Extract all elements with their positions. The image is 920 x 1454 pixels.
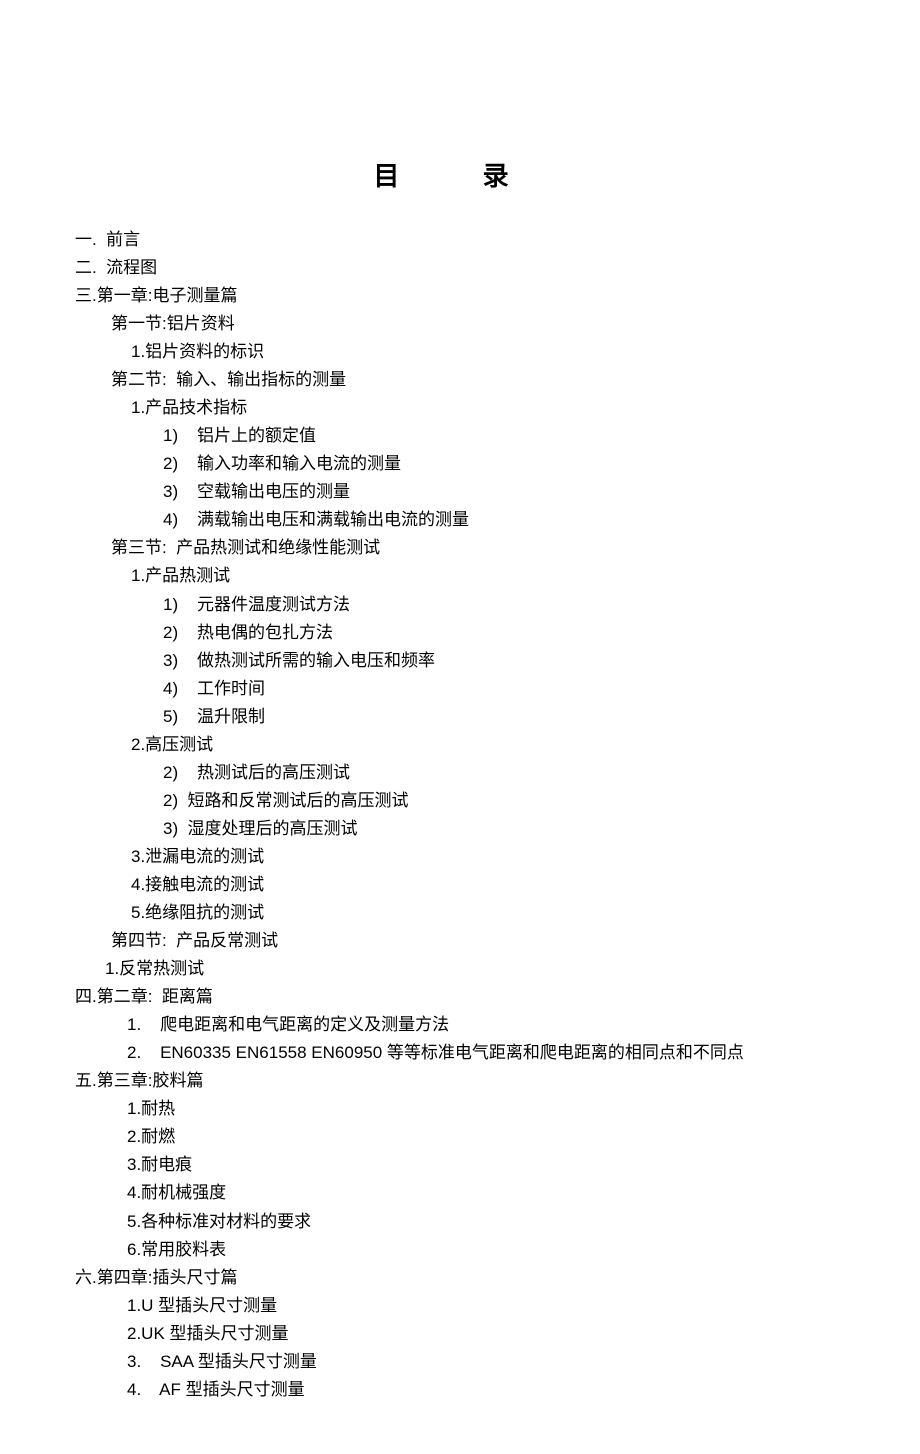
toc-section-3-4-1: 1.反常热测试 bbox=[75, 955, 845, 983]
toc-section-5-3: 3.耐电痕 bbox=[75, 1151, 845, 1179]
toc-section-3-2: 第二节: 输入、输出指标的测量 bbox=[75, 366, 845, 394]
toc-section-5-6: 6.常用胶料表 bbox=[75, 1236, 845, 1264]
toc-section-3-2-1-3: 3) 空载输出电压的测量 bbox=[75, 478, 845, 506]
toc-section-6: 六.第四章:插头尺寸篇 bbox=[75, 1264, 845, 1292]
toc-section-5-5: 5.各种标准对材料的要求 bbox=[75, 1208, 845, 1236]
toc-section-3-1: 第一节:铝片资料 bbox=[75, 310, 845, 338]
toc-section-3-3-5: 5.绝缘阻抗的测试 bbox=[75, 899, 845, 927]
toc-section-3-3-2-3: 3) 湿度处理后的高压测试 bbox=[75, 815, 845, 843]
toc-section-6-3: 3. SAA 型插头尺寸测量 bbox=[75, 1348, 845, 1376]
toc-section-2: 二. 流程图 bbox=[75, 254, 845, 282]
toc-section-5-1: 1.耐热 bbox=[75, 1095, 845, 1123]
toc-section-3-2-1-4: 4) 满载输出电压和满载输出电流的测量 bbox=[75, 506, 845, 534]
toc-section-3-3-1-2: 2) 热电偶的包扎方法 bbox=[75, 619, 845, 647]
toc-section-3-3-2-2: 2) 短路和反常测试后的高压测试 bbox=[75, 787, 845, 815]
toc-section-5-4: 4.耐机械强度 bbox=[75, 1179, 845, 1207]
toc-section-3-2-1: 1.产品技术指标 bbox=[75, 394, 845, 422]
toc-section-3-3-2: 2.高压测试 bbox=[75, 731, 845, 759]
toc-section-3-2-1-1: 1) 铝片上的额定值 bbox=[75, 422, 845, 450]
toc-section-3-3-1-1: 1) 元器件温度测试方法 bbox=[75, 591, 845, 619]
toc-section-4-2: 2. EN60335 EN61558 EN60950 等等标准电气距离和爬电距离… bbox=[75, 1039, 845, 1067]
toc-section-6-2: 2.UK 型插头尺寸测量 bbox=[75, 1320, 845, 1348]
toc-section-3-3-4: 4.接触电流的测试 bbox=[75, 871, 845, 899]
toc-section-3-3-2-1: 2) 热测试后的高压测试 bbox=[75, 759, 845, 787]
toc-section-5: 五.第三章:胶料篇 bbox=[75, 1067, 845, 1095]
toc-section-5-2: 2.耐燃 bbox=[75, 1123, 845, 1151]
toc-section-6-1: 1.U 型插头尺寸测量 bbox=[75, 1292, 845, 1320]
toc-section-3: 三.第一章:电子测量篇 bbox=[75, 282, 845, 310]
toc-section-3-3-1: 1.产品热测试 bbox=[75, 562, 845, 590]
document-title: 目 录 bbox=[75, 155, 845, 198]
toc-section-3-3-1-5: 5) 温升限制 bbox=[75, 703, 845, 731]
toc-section-3-3-3: 3.泄漏电流的测试 bbox=[75, 843, 845, 871]
toc-section-3-4: 第四节: 产品反常测试 bbox=[75, 927, 845, 955]
toc-section-4-1: 1. 爬电距离和电气距离的定义及测量方法 bbox=[75, 1011, 845, 1039]
toc-section-3-3-1-3: 3) 做热测试所需的输入电压和频率 bbox=[75, 647, 845, 675]
toc-section-3-1-1: 1.铝片资料的标识 bbox=[75, 338, 845, 366]
toc-section-3-3-1-4: 4) 工作时间 bbox=[75, 675, 845, 703]
toc-section-1: 一. 前言 bbox=[75, 226, 845, 254]
toc-section-3-2-1-2: 2) 输入功率和输入电流的测量 bbox=[75, 450, 845, 478]
toc-section-3-3: 第三节: 产品热测试和绝缘性能测试 bbox=[75, 534, 845, 562]
toc-section-6-4: 4. AF 型插头尺寸测量 bbox=[75, 1376, 845, 1404]
toc-section-4: 四.第二章: 距离篇 bbox=[75, 983, 845, 1011]
